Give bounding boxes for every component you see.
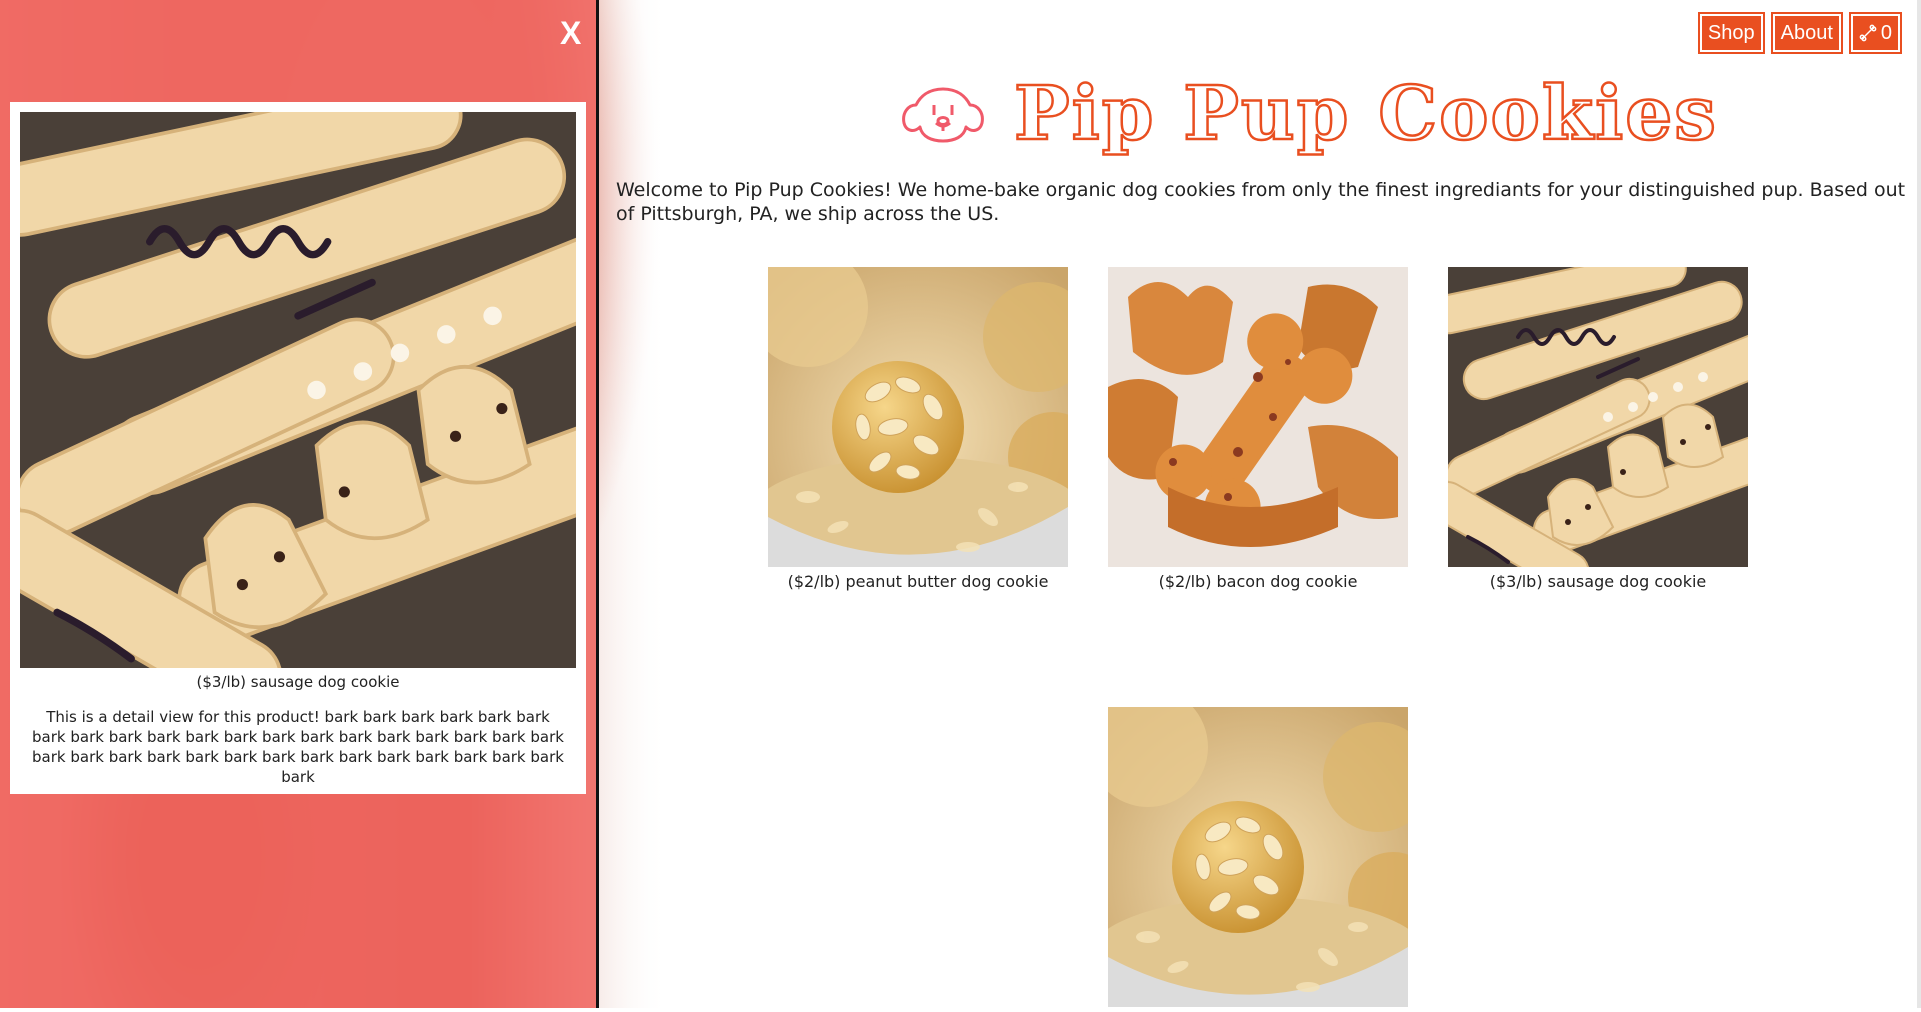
product-caption: ($2/lb) peanut butter dog cookie: [787, 572, 1049, 591]
product-image[interactable]: [768, 267, 1068, 567]
intro-text: Welcome to Pip Pup Cookies! We home-bake…: [616, 179, 1906, 225]
product-detail-overlay: X ($3/lb) sausage dog cookie This is a d…: [0, 0, 599, 1008]
product-detail-caption: ($3/lb) sausage dog cookie: [196, 673, 400, 691]
about-button[interactable]: About: [1770, 12, 1843, 54]
shop-button[interactable]: Shop: [1697, 12, 1765, 54]
product-detail-image: [20, 112, 576, 668]
cart-button[interactable]: 0: [1848, 12, 1903, 54]
product-detail-card: ($3/lb) sausage dog cookie This is a det…: [10, 102, 586, 794]
dog-face-logo-icon: [902, 87, 984, 143]
product-image[interactable]: [1108, 267, 1408, 567]
site-header: Pip Pup Cookies: [900, 71, 1718, 157]
cart-count: 0: [1880, 22, 1892, 44]
top-nav: Shop About 0: [1697, 12, 1903, 54]
product-card[interactable]: ($2/lb) bacon dog cookie: [1108, 267, 1408, 591]
product-card[interactable]: ($2/lb) peanut butter dog cookie: [768, 267, 1068, 591]
about-label: About: [1780, 22, 1833, 44]
page-scrollbar[interactable]: [1917, 0, 1921, 1008]
product-card[interactable]: ($3/lb) sausage dog cookie: [1448, 267, 1748, 591]
product-image[interactable]: [1448, 267, 1748, 567]
shop-label: Shop: [1707, 22, 1755, 44]
site-title: Pip Pup Cookies: [1013, 71, 1718, 157]
product-caption: ($2/lb) bacon dog cookie: [1158, 572, 1358, 591]
close-button[interactable]: X: [560, 14, 581, 52]
bone-cart-icon: [1859, 24, 1877, 42]
product-image[interactable]: [1108, 707, 1408, 1007]
product-card[interactable]: [1108, 707, 1408, 1012]
product-caption: ($3/lb) sausage dog cookie: [1489, 572, 1707, 591]
product-detail-description: This is a detail view for this product! …: [32, 708, 564, 786]
